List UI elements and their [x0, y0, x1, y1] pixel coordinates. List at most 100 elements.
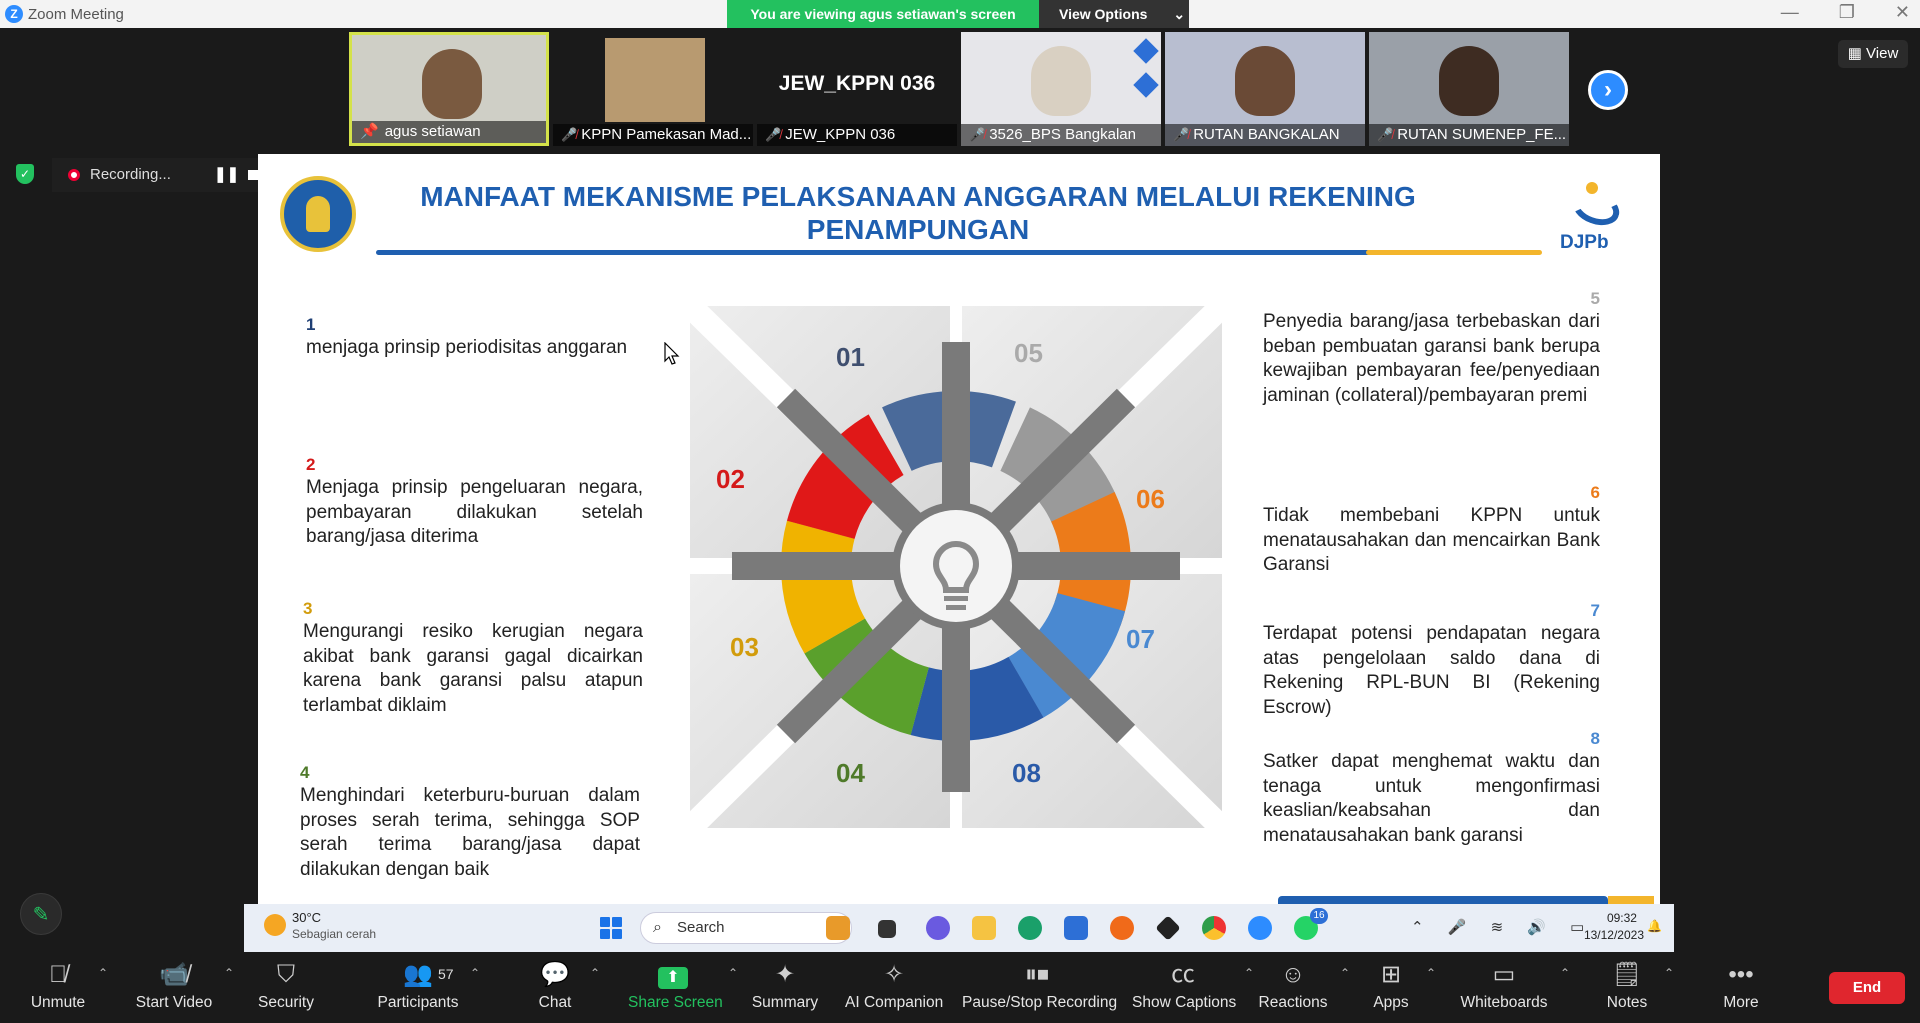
end-meeting-button[interactable]: End: [1829, 972, 1905, 1004]
emoji-plus-icon: ☺: [1280, 961, 1306, 988]
participant-name: RUTAN BANGKALAN: [1193, 126, 1340, 143]
briefcase-icon[interactable]: [826, 916, 850, 940]
recording-dot-icon: [68, 169, 80, 182]
notification-bell-icon[interactable]: 🔔: [1647, 918, 1662, 935]
pause-stop-icon: ⏸⏹: [1025, 961, 1049, 988]
view-options-button[interactable]: View Options ⌄: [1039, 0, 1189, 28]
chevron-up-icon[interactable]: ⌃: [1426, 966, 1436, 980]
participant-video: [1235, 46, 1295, 116]
chevron-up-icon[interactable]: ⌃: [590, 966, 600, 980]
shared-slide: MANFAAT MEKANISME PELAKSANAAN ANGGARAN M…: [258, 154, 1660, 904]
participant-tile[interactable]: 🎤̸ RUTAN SUMENEP_FE...: [1369, 32, 1569, 146]
close-icon[interactable]: ✕: [1895, 2, 1910, 23]
notes-icon: 🗒: [1611, 961, 1643, 988]
chevron-up-icon[interactable]: ⌃: [1560, 966, 1570, 980]
item-number: 7: [1590, 601, 1600, 620]
restore-icon[interactable]: ❐: [1839, 2, 1855, 23]
store-icon[interactable]: [1064, 916, 1088, 940]
notes-button[interactable]: 🗒 Notes ⌃: [1600, 952, 1674, 1023]
system-tray-icons[interactable]: ⌃ 🎤 ≋ 🔊 ▭: [1411, 918, 1594, 936]
benefit-item-7: 7 Terdapat potensi pendapatan negara ata…: [1263, 600, 1600, 720]
mouse-cursor-icon: [664, 342, 680, 365]
participants-button[interactable]: 👥 Participants ⌃: [376, 952, 481, 1023]
item-text: Mengurangi resiko kerugian negara akibat…: [303, 621, 643, 716]
taskbar-search[interactable]: ⌕ Search: [640, 912, 852, 944]
graphic-label-02: 02: [716, 464, 745, 494]
participant-tile[interactable]: 🎤̸ 3526_BPS Bangkalan: [961, 32, 1161, 146]
viewing-screen-label: You are viewing agus setiawan's screen: [727, 0, 1039, 28]
participant-tile[interactable]: 🎤̸ KPPN Pamekasan Mad...: [553, 32, 753, 146]
kemenkeu-logo: [280, 176, 356, 252]
participant-video: [1439, 46, 1499, 116]
more-button[interactable]: ••• More: [1716, 952, 1766, 1023]
search-icon: ⌕: [653, 919, 662, 936]
participant-tile[interactable]: 📌 agus setiawan: [349, 32, 549, 146]
muted-mic-icon: 🎤̸: [561, 127, 578, 142]
next-page-button[interactable]: ›: [1588, 70, 1628, 110]
ai-companion-button[interactable]: ✧ AI Companion: [845, 952, 943, 1023]
slide-footer-bar: [1278, 896, 1608, 904]
chat-button[interactable]: 💬 Chat ⌃: [530, 952, 600, 1023]
graphic-label-06: 06: [1136, 484, 1165, 514]
weather-widget[interactable]: 30°C Sebagian cerah: [264, 910, 376, 942]
item-text: Terdapat potensi pendapatan negara atas …: [1263, 623, 1600, 718]
share-screen-button[interactable]: ⬆ Share Screen ⌃: [628, 952, 738, 1023]
chevron-up-icon[interactable]: ⌃: [1340, 966, 1350, 980]
participant-tile[interactable]: 🎤̸ RUTAN BANGKALAN: [1165, 32, 1365, 146]
whiteboards-button[interactable]: ▭ Whiteboards ⌃: [1458, 952, 1570, 1023]
apps-button[interactable]: ⊞ Apps ⌃: [1366, 952, 1436, 1023]
chevron-up-icon[interactable]: ⌃: [224, 966, 234, 980]
chevron-up-icon[interactable]: ⌃: [98, 966, 108, 980]
item-text: Tidak membebani KPPN untuk menatausahaka…: [1263, 505, 1600, 575]
chevron-up-icon[interactable]: ⌃: [728, 966, 738, 980]
stop-recording-icon[interactable]: [248, 170, 258, 180]
edge-browser-icon[interactable]: [1018, 916, 1042, 940]
participant-name: 3526_BPS Bangkalan: [989, 126, 1136, 143]
chevron-up-icon[interactable]: ⌃: [1244, 966, 1254, 980]
item-number: 6: [1590, 483, 1600, 502]
window-controls: — ❐ ✕: [1781, 2, 1910, 23]
summary-button[interactable]: ✦ Summary: [750, 952, 820, 1023]
captions-icon: ㏄: [1171, 961, 1195, 988]
muted-mic-icon: 🎤̸: [969, 127, 986, 142]
show-captions-button[interactable]: ㏄ Show Captions ⌃: [1132, 952, 1254, 1023]
annotate-pencil-button[interactable]: ✎: [20, 893, 62, 935]
teams-icon[interactable]: [926, 916, 950, 940]
pause-recording-icon[interactable]: ❚❚: [214, 158, 239, 192]
pause-stop-recording-button[interactable]: ⏸⏹ Pause/Stop Recording: [962, 952, 1117, 1023]
security-shield-icon[interactable]: ✓: [16, 164, 34, 184]
chevron-up-icon[interactable]: ⌃: [1664, 966, 1674, 980]
video-off-icon: 📹̸: [159, 961, 189, 988]
start-video-button[interactable]: 📹̸ Start Video ⌃: [134, 952, 234, 1023]
participant-name: JEW_KPPN 036: [785, 126, 896, 143]
item-number: 2: [306, 455, 316, 474]
security-button[interactable]: ⛉ Security: [256, 952, 316, 1023]
folder-icon[interactable]: [972, 916, 996, 940]
shield-icon: ⛉: [277, 961, 295, 988]
unmute-button[interactable]: 🎙̸ Unmute ⌃: [28, 952, 108, 1023]
dropbox-icon[interactable]: [1155, 915, 1181, 941]
whatsapp-badge: 16: [1310, 908, 1328, 924]
participant-big-name: JEW_KPPN 036: [778, 72, 936, 95]
zoom-app-icon[interactable]: [1248, 916, 1272, 940]
windows-start-icon[interactable]: [600, 917, 622, 939]
firefox-icon[interactable]: [1110, 916, 1134, 940]
decor-diamond: [1133, 38, 1159, 64]
weather-condition: Sebagian cerah: [292, 927, 377, 941]
zoom-logo-icon: Z: [5, 5, 23, 23]
summary-icon: ✦: [774, 961, 796, 988]
minimize-icon[interactable]: —: [1781, 2, 1799, 23]
chat-bubble-icon: 💬: [540, 961, 570, 988]
participant-tile[interactable]: JEW_KPPN 036 🎤̸ JEW_KPPN 036: [757, 32, 957, 146]
chevron-up-icon[interactable]: ⌃: [470, 966, 480, 980]
title-underline: [376, 250, 1376, 255]
file-explorer-dark-icon[interactable]: [878, 920, 896, 938]
chrome-icon[interactable]: [1202, 916, 1226, 940]
view-button[interactable]: ▦ View: [1838, 40, 1908, 68]
title-underline-accent: [1366, 250, 1542, 255]
participant-strip: 📌 agus setiawan 🎤̸ KPPN Pamekasan Mad... J…: [0, 28, 1920, 154]
reactions-button[interactable]: ☺ Reactions ⌃: [1256, 952, 1350, 1023]
clock[interactable]: 09:32 13/12/2023 🔔: [1584, 910, 1662, 944]
graphic-label-07: 07: [1126, 624, 1155, 654]
graphic-label-05: 05: [1014, 338, 1043, 368]
